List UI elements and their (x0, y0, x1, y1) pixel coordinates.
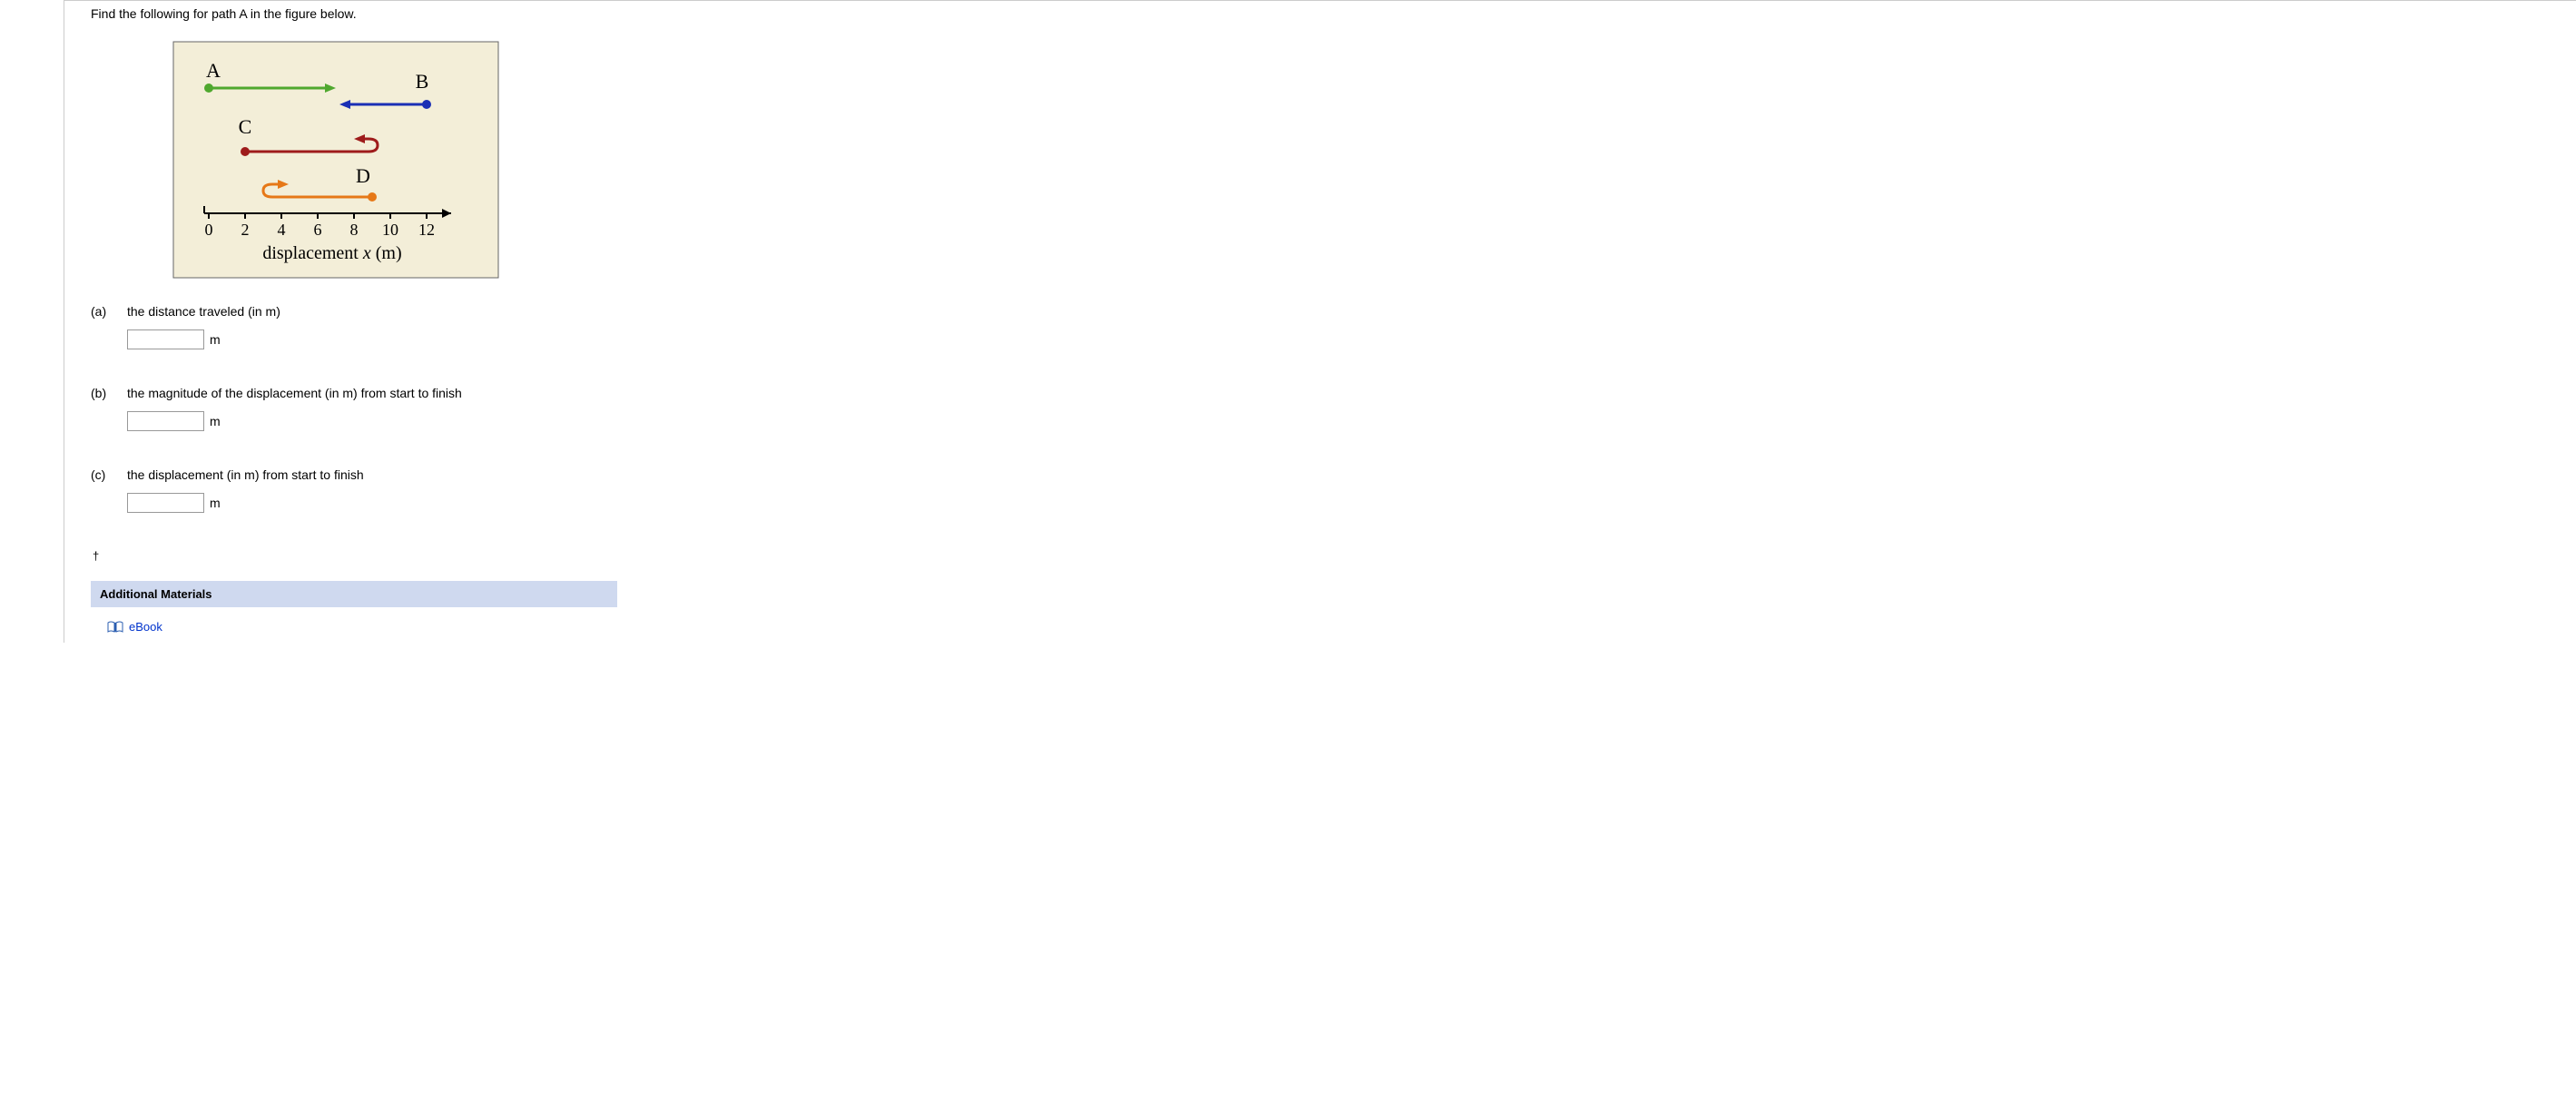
axis-label: displacement x (m) (262, 243, 401, 263)
tick-10: 10 (382, 221, 398, 239)
part-b-unit: m (210, 414, 221, 428)
path-d-label: D (356, 164, 370, 187)
ebook-icon (107, 621, 123, 634)
part-c: (c) the displacement (in m) from start t… (91, 467, 2576, 513)
part-c-text: the displacement (in m) from start to fi… (127, 467, 2576, 482)
tick-12: 12 (418, 221, 435, 239)
part-b-text: the magnitude of the displacement (in m)… (127, 386, 2576, 400)
dagger-footnote: † (93, 549, 2576, 563)
part-a-unit: m (210, 332, 221, 347)
part-c-input[interactable] (127, 493, 204, 513)
part-b-input[interactable] (127, 411, 204, 431)
figure: 0 2 4 6 8 10 12 displacement x (m) A (172, 41, 2576, 279)
part-a-label: (a) (91, 304, 127, 319)
ebook-link[interactable]: eBook (129, 620, 162, 634)
tick-0: 0 (205, 221, 213, 239)
part-a: (a) the distance traveled (in m) m (91, 304, 2576, 349)
part-a-input[interactable] (127, 329, 204, 349)
path-b-label: B (416, 70, 429, 93)
part-b-label: (b) (91, 386, 127, 400)
additional-materials-header: Additional Materials (91, 581, 617, 607)
path-c-label: C (239, 115, 252, 138)
path-a-label: A (206, 59, 221, 82)
tick-8: 8 (350, 221, 359, 239)
tick-6: 6 (314, 221, 322, 239)
question-intro: Find the following for path A in the fig… (91, 6, 2576, 21)
part-c-unit: m (210, 496, 221, 510)
tick-2: 2 (241, 221, 250, 239)
part-a-text: the distance traveled (in m) (127, 304, 2576, 319)
part-b: (b) the magnitude of the displacement (i… (91, 386, 2576, 431)
part-c-label: (c) (91, 467, 127, 482)
tick-4: 4 (278, 221, 286, 239)
